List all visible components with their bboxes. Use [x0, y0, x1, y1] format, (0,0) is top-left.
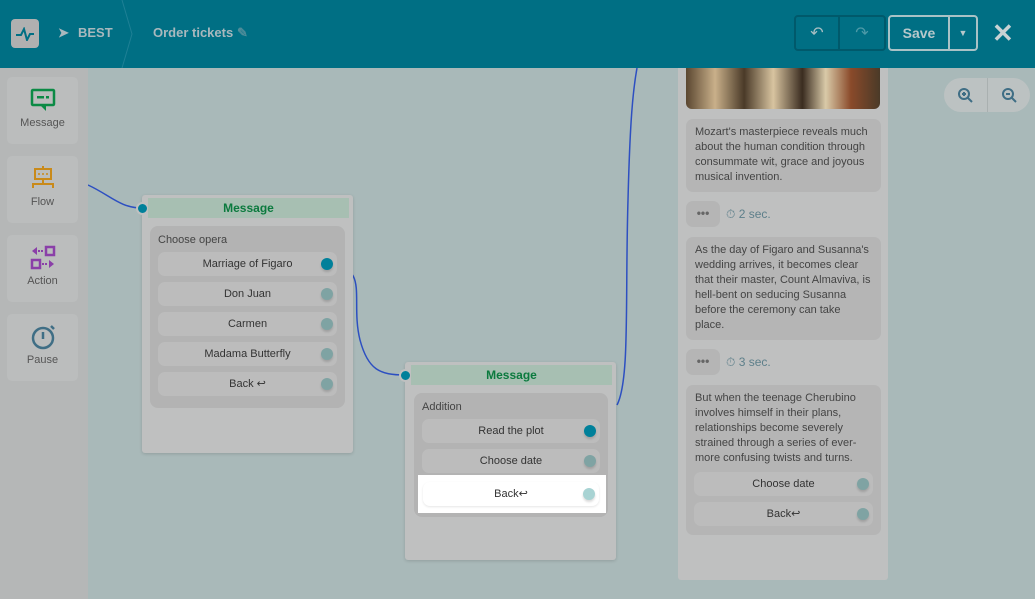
- tool-action[interactable]: Action: [7, 235, 78, 302]
- highlighted-back-button-area: Back↩: [418, 475, 606, 513]
- output-port[interactable]: [321, 318, 333, 330]
- reply-button[interactable]: Back↩: [694, 502, 873, 526]
- tool-pause[interactable]: Pause: [7, 314, 78, 381]
- preview-panel: Mozart's masterpiece reveals much about …: [678, 68, 888, 580]
- action-icon: [7, 235, 78, 271]
- button-label: Carmen: [227, 318, 268, 330]
- opera-image: [686, 68, 880, 109]
- save-button-group: Save ▼: [888, 15, 978, 51]
- zoom-controls: [944, 78, 1030, 112]
- button-label: Choose date: [479, 455, 543, 467]
- zoom-in-icon: [958, 88, 973, 103]
- typing-dots: •••: [686, 201, 720, 227]
- reply-button[interactable]: Choose date: [694, 472, 873, 496]
- tool-label: Pause: [26, 354, 59, 366]
- message-block: Choose opera Marriage of Figaro Don Juan…: [150, 226, 345, 408]
- reply-button[interactable]: Madama Butterfly: [158, 342, 337, 366]
- close-icon[interactable]: ✕: [992, 18, 1014, 49]
- breadcrumb-bot[interactable]: BEST: [78, 25, 113, 40]
- button-label: Back↩: [494, 488, 528, 500]
- preview-message-with-buttons: But when the teenage Cherubino involves …: [686, 385, 881, 535]
- button-label: Marriage of Figaro: [202, 258, 293, 270]
- stopwatch-icon: [7, 314, 78, 350]
- node-title: Message: [411, 365, 612, 385]
- preview-message: Mozart's masterpiece reveals much about …: [686, 119, 881, 192]
- output-port[interactable]: [321, 348, 333, 360]
- preview-message: As the day of Figaro and Susanna's weddi…: [686, 237, 881, 340]
- output-port[interactable]: [857, 508, 869, 520]
- flow-title: Order tickets: [153, 25, 234, 40]
- output-port[interactable]: [857, 478, 869, 490]
- stopwatch-icon: ⏱: [726, 206, 739, 221]
- output-port[interactable]: [583, 488, 595, 500]
- button-label: Read the plot: [478, 425, 544, 437]
- reply-button[interactable]: Read the plot: [422, 419, 600, 443]
- undo-button[interactable]: ↶: [796, 17, 840, 49]
- button-label: Back ↩: [229, 378, 266, 390]
- output-port[interactable]: [321, 378, 333, 390]
- output-port[interactable]: [584, 425, 596, 437]
- tool-message[interactable]: Message: [7, 77, 78, 144]
- telegram-icon: ➤: [58, 25, 69, 40]
- reply-button[interactable]: Don Juan: [158, 282, 337, 306]
- reply-button[interactable]: Carmen: [158, 312, 337, 336]
- button-label: Don Juan: [223, 288, 272, 300]
- tool-label: Action: [27, 275, 58, 287]
- tool-label: Message: [20, 117, 65, 129]
- breadcrumb-separator: [121, 0, 133, 68]
- app-logo-icon[interactable]: [11, 19, 39, 48]
- reply-button[interactable]: Choose date: [422, 449, 600, 473]
- pause-indicator: ••• ⏱ 3 sec.: [686, 349, 771, 375]
- flow-icon: [7, 156, 78, 192]
- node-title: Message: [148, 198, 349, 218]
- message-text: Choose opera: [158, 234, 228, 246]
- message-node-choose-opera[interactable]: Message Choose opera Marriage of Figaro …: [136, 195, 353, 453]
- save-button[interactable]: Save: [890, 17, 950, 49]
- output-port[interactable]: [584, 455, 596, 467]
- reply-button[interactable]: Back ↩: [158, 372, 337, 396]
- button-label: Back↩: [766, 508, 801, 520]
- reply-button[interactable]: Marriage of Figaro: [158, 252, 337, 276]
- message-text: But when the teenage Cherubino involves …: [695, 392, 857, 464]
- output-port[interactable]: [321, 258, 333, 270]
- typing-dots: •••: [686, 349, 720, 375]
- tool-label: Flow: [30, 196, 55, 208]
- element-toolbar: Message Flow Action Pause: [0, 68, 88, 599]
- button-label: Madama Butterfly: [204, 348, 291, 360]
- button-label: Choose date: [752, 478, 815, 490]
- pause-duration: 2 sec.: [738, 207, 771, 221]
- pause-duration: 3 sec.: [738, 355, 771, 369]
- top-bar: ➤ BEST Order tickets ✎ ↶ ↷ Save ▼ ✕: [0, 0, 1035, 68]
- stopwatch-icon: ⏱: [726, 354, 739, 369]
- pause-indicator: ••• ⏱ 2 sec.: [686, 201, 771, 227]
- message-node-addition[interactable]: Message Addition Read the plot Choose da…: [399, 362, 616, 560]
- redo-button[interactable]: ↷: [840, 17, 884, 49]
- zoom-in-button[interactable]: [944, 78, 988, 112]
- edit-pencil-icon[interactable]: ✎: [237, 25, 248, 41]
- save-options-dropdown[interactable]: ▼: [950, 17, 976, 49]
- message-icon: [7, 77, 78, 113]
- zoom-out-icon: [1001, 88, 1017, 103]
- zoom-out-button[interactable]: [988, 78, 1031, 112]
- output-port[interactable]: [321, 288, 333, 300]
- reply-button-back[interactable]: Back↩: [423, 482, 599, 506]
- tool-flow[interactable]: Flow: [7, 156, 78, 223]
- message-text: Addition: [422, 401, 462, 413]
- history-buttons: ↶ ↷: [794, 15, 886, 51]
